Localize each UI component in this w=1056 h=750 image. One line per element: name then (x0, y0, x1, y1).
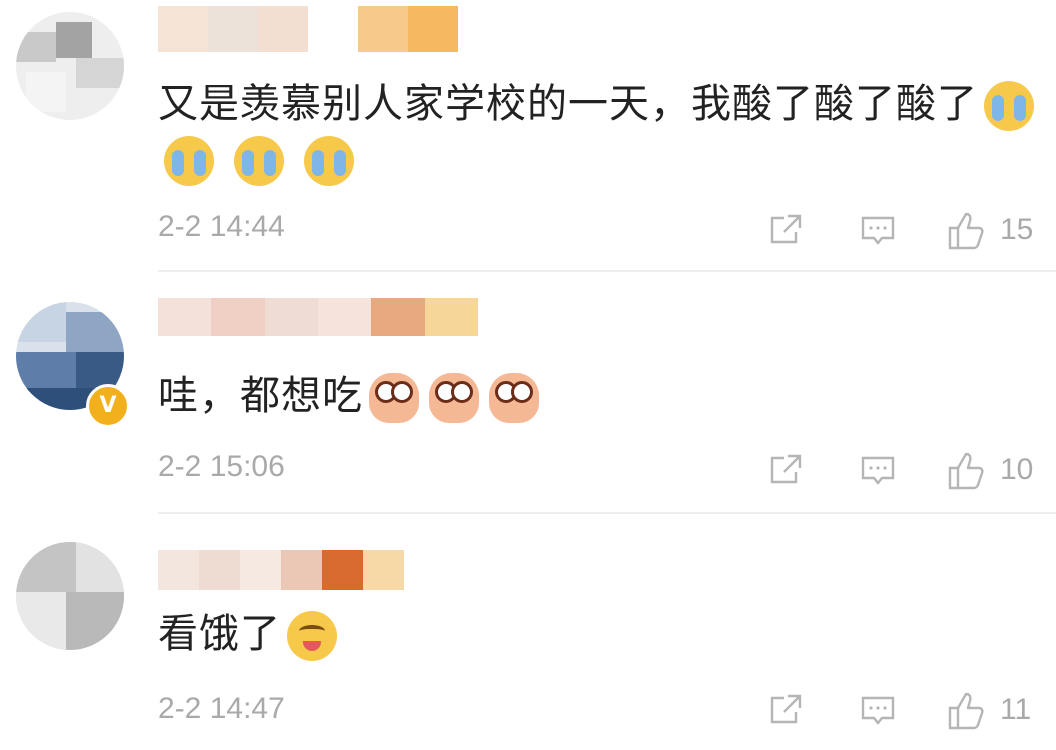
like-count: 15 (1000, 213, 1034, 246)
avatar[interactable] (16, 12, 124, 120)
username-blurred[interactable] (158, 550, 404, 590)
crying-emoji (234, 136, 284, 186)
like-button[interactable]: 11 (944, 688, 1031, 732)
like-button[interactable]: 10 (944, 448, 1033, 492)
comment-feed: 又是羡慕别人家学校的一天，我酸了酸了酸了 2-2 14:44 15 V 哇，都想… (0, 0, 1056, 750)
reply-icon (861, 456, 895, 485)
praying-eyes-emoji (429, 373, 479, 423)
repost-icon (770, 694, 802, 724)
reply-icon (861, 696, 895, 725)
reply-icon (861, 216, 895, 245)
like-button[interactable]: 15 (944, 208, 1033, 252)
thumbs-up-icon (948, 692, 984, 730)
comment-timestamp: 2-2 15:06 (158, 450, 285, 483)
like-count: 11 (1000, 693, 1032, 726)
comment-item: 看饿了 2-2 14:47 11 (0, 514, 1056, 750)
username-blurred[interactable] (158, 6, 458, 52)
drooling-emoji (287, 611, 337, 661)
action-bar: 15 (766, 208, 1056, 252)
action-bar: 10 (766, 448, 1056, 492)
comment-text: 看饿了 (158, 604, 337, 664)
reply-button[interactable] (858, 688, 898, 732)
repost-button[interactable] (766, 688, 806, 732)
comment-item: V 哇，都想吃 2-2 15:06 10 (0, 272, 1056, 514)
thumbs-up-icon (948, 452, 984, 490)
crying-emoji (984, 81, 1034, 131)
username-blurred[interactable] (158, 298, 478, 336)
comment-timestamp: 2-2 14:44 (158, 210, 285, 243)
comment-item: 又是羡慕别人家学校的一天，我酸了酸了酸了 2-2 14:44 15 (0, 0, 1056, 272)
repost-icon (770, 214, 802, 244)
like-count: 10 (1000, 453, 1034, 486)
emoji-row (158, 136, 354, 186)
crying-emoji (304, 136, 354, 186)
comment-text: 又是羡慕别人家学校的一天，我酸了酸了酸了 (158, 74, 1034, 134)
action-bar: 11 (766, 688, 1056, 732)
reply-button[interactable] (858, 208, 898, 252)
repost-icon (770, 454, 802, 484)
thumbs-up-icon (948, 212, 984, 250)
avatar[interactable] (16, 542, 124, 650)
crying-emoji (164, 136, 214, 186)
repost-button[interactable] (766, 448, 806, 492)
comment-timestamp: 2-2 14:47 (158, 692, 285, 725)
verified-badge: V (86, 384, 130, 428)
repost-button[interactable] (766, 208, 806, 252)
comment-text: 哇，都想吃 (158, 366, 539, 426)
praying-eyes-emoji (369, 373, 419, 423)
praying-eyes-emoji (489, 373, 539, 423)
reply-button[interactable] (858, 448, 898, 492)
